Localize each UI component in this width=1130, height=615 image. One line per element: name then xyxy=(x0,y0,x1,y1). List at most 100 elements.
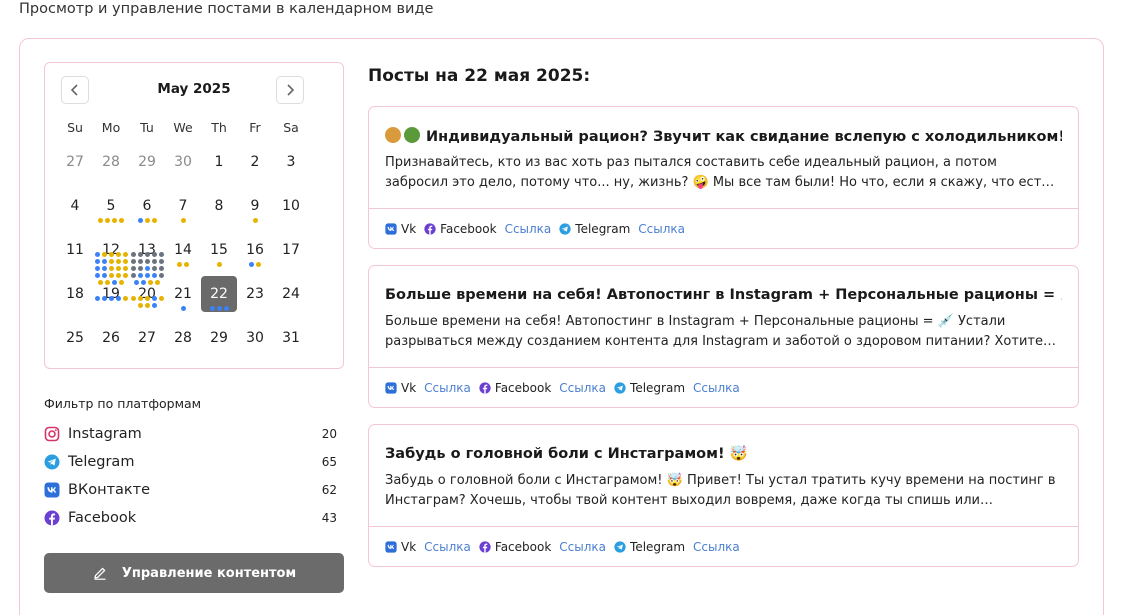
post-platform-vk: Vk xyxy=(385,540,416,554)
platform-label: Vk xyxy=(401,381,417,395)
calendar-day[interactable]: 28 xyxy=(165,320,201,356)
calendar-day[interactable]: 24 xyxy=(273,276,309,312)
calendar-day[interactable]: 6 xyxy=(129,188,165,224)
calendar-day[interactable]: 23 xyxy=(237,276,273,312)
calendar-day[interactable]: 29 xyxy=(201,320,237,356)
post-indicator-dot xyxy=(108,296,114,301)
post-indicator-dot xyxy=(223,306,229,311)
calendar-day[interactable]: 10 xyxy=(273,188,309,224)
post-card[interactable]: Индивидуальный рацион? Звучит как свидан… xyxy=(368,106,1079,249)
divider xyxy=(369,526,1078,527)
vk-icon xyxy=(385,382,397,394)
calendar-day[interactable]: 30 xyxy=(165,144,201,180)
platform-filter-telegram[interactable]: Telegram 65 xyxy=(44,451,337,473)
post-indicator-dot xyxy=(144,266,150,271)
vk-icon xyxy=(385,541,397,553)
salad-emoji-icon xyxy=(404,127,420,143)
weekday-label: Sa xyxy=(283,120,299,135)
calendar-day[interactable]: 16 xyxy=(237,232,273,268)
post-platform-facebook: Facebook xyxy=(479,381,551,395)
post-link[interactable]: Ссылка xyxy=(638,222,685,236)
post-indicator-dots xyxy=(129,296,165,308)
post-link[interactable]: Ссылка xyxy=(559,540,606,554)
calendar-day-number: 25 xyxy=(66,330,84,346)
calendar-day[interactable]: 30 xyxy=(237,320,273,356)
calendar-day[interactable]: 9 xyxy=(237,188,273,224)
post-link[interactable]: Ссылка xyxy=(693,381,740,395)
post-indicator-dot xyxy=(101,266,107,271)
calendar-day[interactable]: 28 xyxy=(93,144,129,180)
post-title: Забудь о головной боли с Инстаграмом! 🤯 xyxy=(385,445,1062,462)
post-indicator-dot xyxy=(144,218,150,223)
post-title-text: Больше времени на себя! Автопостинг в In… xyxy=(385,287,1062,303)
platform-name: Facebook xyxy=(68,510,137,526)
calendar-day[interactable]: 25 xyxy=(57,320,93,356)
calendar-day[interactable]: 26 xyxy=(93,320,129,356)
calendar-day-number: 6 xyxy=(142,198,152,214)
burger-emoji-icon xyxy=(385,127,401,143)
calendar-day[interactable]: 12 xyxy=(93,232,129,285)
calendar-day[interactable]: 17 xyxy=(273,232,309,268)
post-indicator-dots xyxy=(93,296,129,301)
facebook-icon xyxy=(479,541,491,553)
calendar-day[interactable]: 27 xyxy=(57,144,93,180)
post-indicator-dot xyxy=(249,262,254,267)
post-link[interactable]: Ссылка xyxy=(424,540,471,554)
post-indicator-dot xyxy=(158,259,164,264)
platform-label: Vk xyxy=(401,222,417,236)
post-excerpt: Больше времени на себя! Автопостинг в In… xyxy=(385,314,1043,349)
calendar-day[interactable]: 21 xyxy=(165,276,201,312)
calendar-day-selected[interactable]: 22 xyxy=(201,276,237,312)
post-indicator-dot xyxy=(151,296,157,301)
platform-filter-facebook[interactable]: Facebook 43 xyxy=(44,507,337,529)
calendar-day[interactable]: 11 xyxy=(57,232,93,268)
platform-filter-instagram[interactable]: Instagram 20 xyxy=(44,423,337,445)
calendar-day[interactable]: 31 xyxy=(273,320,309,356)
calendar-day[interactable]: 20 xyxy=(129,276,165,312)
platform-label: Telegram xyxy=(630,540,686,554)
post-title: Индивидуальный рацион? Звучит как свидан… xyxy=(385,127,1062,145)
calendar-day[interactable]: 1 xyxy=(201,144,237,180)
calendar-day[interactable]: 19 xyxy=(93,276,129,312)
next-month-button[interactable] xyxy=(276,76,304,104)
calendar-day-number: 31 xyxy=(282,330,300,346)
post-indicator-dot xyxy=(144,252,150,257)
post-link[interactable]: Ссылка xyxy=(559,381,606,395)
calendar-day[interactable]: 14 xyxy=(165,232,201,268)
post-card[interactable]: Забудь о головной боли с Инстаграмом! 🤯 З… xyxy=(368,424,1079,567)
calendar-day[interactable]: 29 xyxy=(129,144,165,180)
post-platform-facebook: Facebook xyxy=(424,222,497,236)
post-link[interactable]: Ссылка xyxy=(505,222,552,236)
calendar-day[interactable]: 13 xyxy=(129,232,165,285)
calendar-day[interactable]: 4 xyxy=(57,188,93,224)
platform-filter-vk[interactable]: ВКонтакте 62 xyxy=(44,479,337,501)
post-link[interactable]: Ссылка xyxy=(424,381,471,395)
calendar-day-number: 18 xyxy=(66,286,84,302)
calendar-day[interactable]: 3 xyxy=(273,144,309,180)
post-indicator-dot xyxy=(101,252,107,257)
calendar-day-number: 29 xyxy=(138,154,156,170)
calendar-day-number: 16 xyxy=(246,242,264,258)
calendar-day-number: 27 xyxy=(66,154,84,170)
post-indicator-dot xyxy=(158,252,164,257)
calendar-day-number: 9 xyxy=(250,198,260,214)
calendar-day-number: 15 xyxy=(210,242,228,258)
post-link[interactable]: Ссылка xyxy=(693,540,740,554)
post-indicator-dot xyxy=(137,259,143,264)
post-indicator-dot xyxy=(108,259,114,264)
calendar-day-number: 7 xyxy=(178,198,188,214)
calendar-day[interactable]: 2 xyxy=(237,144,273,180)
calendar-day[interactable]: 27 xyxy=(129,320,165,356)
calendar-day[interactable]: 7 xyxy=(165,188,201,224)
post-indicator-dots xyxy=(129,218,165,223)
calendar-day[interactable]: 15 xyxy=(201,232,237,268)
post-platform-telegram: Telegram xyxy=(614,381,685,395)
post-card[interactable]: Больше времени на себя! Автопостинг в In… xyxy=(368,265,1079,408)
calendar-day-number: 28 xyxy=(102,154,120,170)
calendar-day[interactable]: 18 xyxy=(57,276,93,312)
post-indicator-dot xyxy=(94,296,100,301)
calendar-day[interactable]: 8 xyxy=(201,188,237,224)
calendar-day[interactable]: 5 xyxy=(93,188,129,224)
platform-label: Facebook xyxy=(494,381,552,395)
manage-content-button[interactable]: Управление контентом xyxy=(44,553,344,593)
